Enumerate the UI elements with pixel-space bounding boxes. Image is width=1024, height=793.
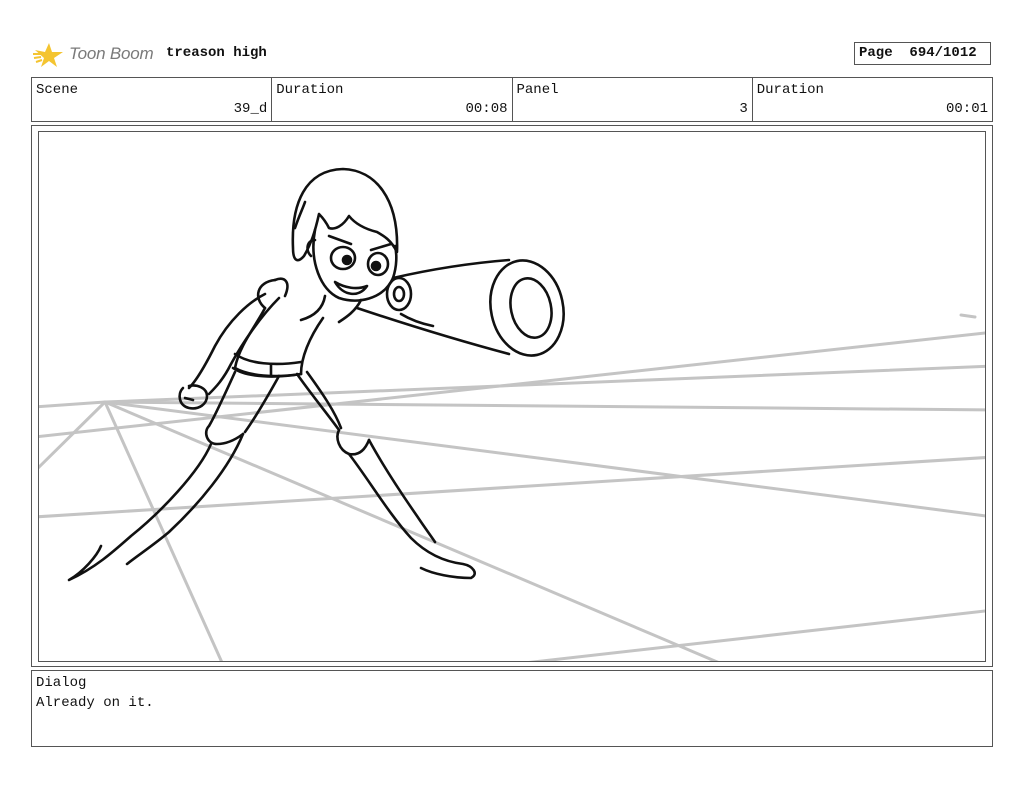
panel-cell: Panel 3 bbox=[513, 78, 753, 121]
scene-label: Scene bbox=[36, 82, 79, 98]
toon-boom-logo: Toon Boom bbox=[33, 38, 154, 70]
panel-duration-value: 00:01 bbox=[945, 101, 988, 117]
storyboard-panel-image bbox=[38, 131, 986, 662]
dialog-text: Already on it. bbox=[36, 695, 154, 711]
dialog-label: Dialog bbox=[36, 675, 87, 691]
scene-duration-label: Duration bbox=[276, 82, 344, 98]
project-title: treason high bbox=[166, 45, 267, 61]
page-indicator: Page 694/1012 bbox=[854, 42, 991, 65]
page-number: 694/1012 bbox=[909, 45, 977, 61]
dialog-box: Dialog Already on it. bbox=[31, 670, 993, 747]
panel-value: 3 bbox=[739, 101, 748, 117]
panel-duration-label: Duration bbox=[756, 82, 824, 98]
scene-duration-value: 00:08 bbox=[465, 101, 508, 117]
scene-cell: Scene 39_d bbox=[32, 78, 273, 121]
scene-info-row: Scene 39_d Duration 00:08 Panel 3 Durati… bbox=[31, 77, 993, 122]
storyboard-sketch bbox=[39, 167, 985, 661]
toon-boom-star-icon bbox=[33, 43, 63, 67]
logo-text: Toon Boom bbox=[69, 44, 154, 63]
scene-duration-cell: Duration 00:08 bbox=[272, 78, 513, 121]
panel-duration-cell: Duration 00:01 bbox=[753, 78, 992, 121]
character-drawing bbox=[67, 167, 565, 582]
storyboard-panel-frame bbox=[31, 125, 993, 667]
page-label: Page bbox=[859, 45, 893, 61]
panel-label: Panel bbox=[516, 82, 559, 98]
scene-value: 39_d bbox=[233, 101, 268, 117]
